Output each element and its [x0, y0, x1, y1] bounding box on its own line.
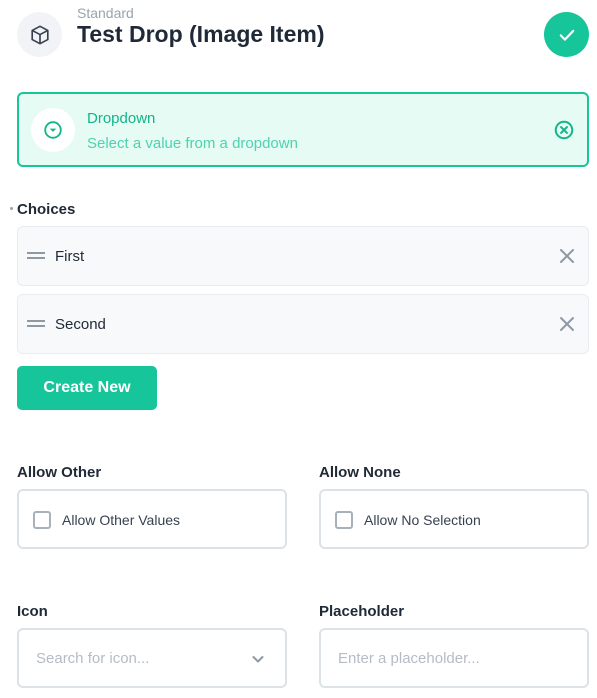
placeholder-label: Placeholder: [319, 603, 405, 620]
drag-handle-icon[interactable]: [27, 251, 45, 261]
icon-label: Icon: [17, 603, 48, 620]
icon-select[interactable]: Search for icon...: [17, 628, 287, 688]
choice-row[interactable]: Second: [17, 294, 589, 354]
check-icon: [559, 29, 574, 41]
chevron-down-icon[interactable]: [251, 652, 265, 666]
interface-card[interactable]: Dropdown Select a value from a dropdown: [17, 92, 589, 167]
choices-label: Choices: [17, 201, 76, 218]
allow-none-checkbox-label[interactable]: Allow No Selection: [364, 512, 481, 528]
choice-label[interactable]: Second: [55, 316, 106, 333]
deselect-interface-button[interactable]: [553, 119, 575, 141]
choice-label[interactable]: First: [55, 248, 84, 265]
placeholder-input[interactable]: Enter a placeholder...: [319, 628, 589, 688]
interface-description: Select a value from a dropdown: [87, 135, 298, 152]
allow-none-label: Allow None: [319, 464, 401, 481]
allow-other-checkbox[interactable]: [33, 511, 51, 529]
create-new-button[interactable]: Create New: [17, 366, 157, 410]
allow-other-label: Allow Other: [17, 464, 102, 481]
page-header: Standard Test Drop (Image Item): [17, 0, 589, 70]
icon-search-placeholder[interactable]: Search for icon...: [36, 650, 149, 667]
allow-other-checkbox-label[interactable]: Allow Other Values: [62, 512, 180, 528]
page-title: Test Drop (Image Item): [77, 21, 325, 47]
cube-icon: [17, 12, 62, 57]
allow-none-checkbox[interactable]: [335, 511, 353, 529]
allow-none-toggle[interactable]: Allow No Selection: [319, 489, 589, 549]
allow-other-toggle[interactable]: Allow Other Values: [17, 489, 287, 549]
interface-name: Dropdown: [87, 110, 156, 127]
close-icon[interactable]: [559, 248, 575, 264]
drag-handle-icon[interactable]: [27, 319, 45, 329]
close-circle-icon: [554, 120, 574, 140]
required-indicator: [10, 207, 13, 210]
save-button[interactable]: [544, 12, 589, 57]
page-subtitle: Standard: [77, 5, 134, 21]
choice-row[interactable]: First: [17, 226, 589, 286]
close-icon[interactable]: [559, 316, 575, 332]
arrow-drop-down-circle-icon: [31, 108, 75, 152]
placeholder-input-placeholder[interactable]: Enter a placeholder...: [338, 650, 480, 667]
